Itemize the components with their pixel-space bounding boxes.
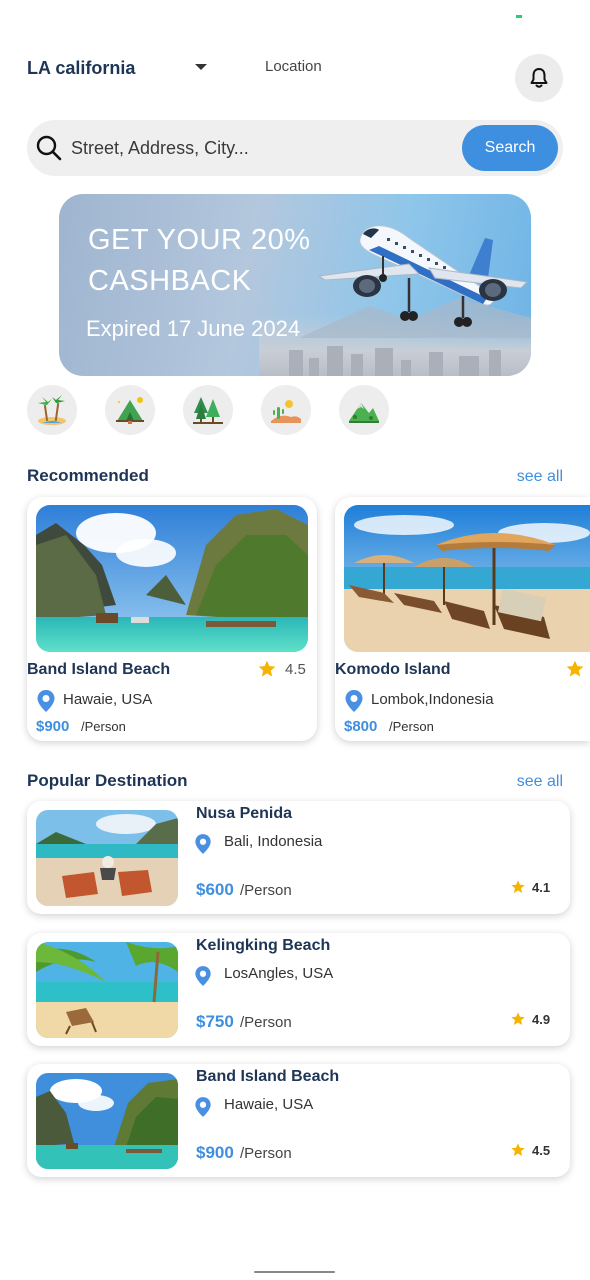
- search-icon: [36, 135, 62, 161]
- search-bar: Search: [27, 120, 563, 176]
- location-pin-icon: [195, 834, 211, 854]
- star-icon: [258, 660, 276, 677]
- destination-name: Kelingking Beach: [196, 937, 331, 954]
- forest-icon: [193, 397, 223, 424]
- promo-expiry: Expired 17 June 2024: [86, 316, 301, 341]
- destination-image: [36, 942, 178, 1038]
- destination-price: $900: [36, 718, 70, 735]
- price-unit: /Person: [240, 1145, 292, 1162]
- desert-icon: [271, 400, 301, 423]
- destination-price: $800: [344, 718, 378, 735]
- location-name[interactable]: LA california: [27, 58, 135, 79]
- destination-image: [36, 505, 308, 652]
- search-button[interactable]: Search: [462, 125, 558, 171]
- recommended-card[interactable]: Band Island Beach 4.5 Hawaie, USA $900 /…: [27, 497, 317, 741]
- status-indicator: [516, 15, 522, 18]
- destination-image: [36, 810, 178, 906]
- category-camping[interactable]: [105, 385, 155, 435]
- destination-rating: 4.9: [532, 1012, 551, 1027]
- category-mountain[interactable]: [339, 385, 389, 435]
- destination-location: Hawaie, USA: [63, 691, 153, 708]
- location-pin-icon: [195, 1097, 211, 1117]
- home-indicator[interactable]: [254, 1271, 335, 1273]
- destination-location: LosAngles, USA: [224, 965, 334, 982]
- destination-name: Nusa Penida: [196, 805, 293, 822]
- destination-rating: 4.1: [532, 880, 551, 895]
- popular-card[interactable]: Kelingking Beach LosAngles, USA $750 /Pe…: [27, 933, 570, 1046]
- category-desert[interactable]: [261, 385, 311, 435]
- promo-title: GET YOUR 20% CASHBACK: [88, 224, 311, 297]
- recommended-title: Recommended: [27, 466, 149, 485]
- category-beach[interactable]: [27, 385, 77, 435]
- location-dropdown-icon[interactable]: [195, 64, 207, 70]
- recommended-header: Recommended see all: [27, 466, 563, 490]
- location-pin-icon: [195, 966, 211, 986]
- destination-price: $600: [196, 880, 234, 899]
- popular-card[interactable]: Band Island Beach Hawaie, USA $900 /Pers…: [27, 1064, 570, 1177]
- search-input[interactable]: [71, 128, 441, 168]
- recommended-card[interactable]: Komodo Island Lombok,Indonesia $800 /Per…: [335, 497, 590, 741]
- star-icon: [566, 660, 584, 677]
- price-unit: /Person: [240, 882, 292, 899]
- destination-price: $750: [196, 1012, 234, 1031]
- star-icon: [511, 880, 525, 893]
- star-icon: [511, 1143, 525, 1156]
- destination-rating: 4.5: [532, 1143, 551, 1158]
- promo-banner[interactable]: GET YOUR 20% CASHBACK Expired 17 June 20…: [59, 194, 531, 376]
- destination-name: Band Island Beach: [196, 1068, 340, 1085]
- location-label: Location: [265, 58, 322, 75]
- destination-name: Band Island Beach: [27, 661, 171, 678]
- location-pin-icon: [37, 690, 55, 712]
- destination-image: [344, 505, 590, 652]
- destination-location: Bali, Indonesia: [224, 833, 323, 850]
- destination-price: $900: [196, 1143, 234, 1162]
- price-unit: /Person: [240, 1014, 292, 1031]
- recommended-see-all-link[interactable]: see all: [517, 468, 563, 486]
- notification-button[interactable]: [515, 54, 563, 102]
- bell-icon: [530, 68, 548, 88]
- destination-location: Hawaie, USA: [224, 1096, 314, 1113]
- price-unit: /Person: [389, 719, 434, 734]
- destination-image: [36, 1073, 178, 1169]
- popular-see-all-link[interactable]: see all: [517, 773, 563, 791]
- popular-header: Popular Destination see all: [27, 771, 563, 795]
- destination-location: Lombok,Indonesia: [371, 691, 494, 708]
- price-unit: /Person: [81, 719, 126, 734]
- destination-rating: 4.5: [285, 661, 306, 678]
- mountain-icon: [349, 403, 379, 423]
- popular-title: Popular Destination: [27, 771, 188, 790]
- star-icon: [511, 1012, 525, 1025]
- beach-palm-icon: [38, 395, 66, 425]
- popular-card[interactable]: Nusa Penida Bali, Indonesia $600 /Person…: [27, 801, 570, 914]
- location-pin-icon: [345, 690, 363, 712]
- category-forest[interactable]: [183, 385, 233, 435]
- camping-tent-icon: [116, 397, 144, 424]
- top-bar: LA california Location: [0, 44, 590, 104]
- destination-name: Komodo Island: [335, 661, 451, 678]
